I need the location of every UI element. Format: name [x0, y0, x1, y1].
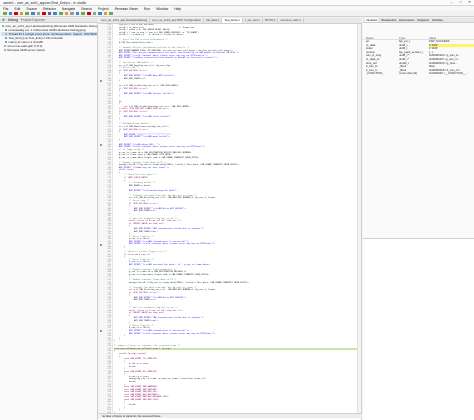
toolbar-icon[interactable] [70, 11, 74, 16]
toolbar-icon[interactable] [3, 11, 7, 16]
thread-icon [4, 44, 7, 48]
toolbar-icon[interactable] [81, 11, 85, 16]
menu-item[interactable]: Renesas Views [115, 7, 138, 11]
main-toolbar [0, 11, 474, 17]
toolbar-icon[interactable] [25, 11, 29, 16]
editor-tab[interactable]: com_ac_sx01_app HardwareDebug [99, 18, 151, 23]
ide-window: uwork1 - com_ac_sx01_app/src/Test_Entry.… [0, 0, 474, 420]
close-icon[interactable]: ✕ [467, 0, 472, 5]
debug-tree: com_ac_sx01_app HardwareDebug [Renesas G… [1, 24, 97, 52]
variables-view-tab[interactable]: Modules [432, 18, 443, 22]
thread-icon [2, 24, 5, 28]
breakpoint-icon[interactable] [99, 243, 102, 246]
column-value[interactable]: Value [429, 36, 474, 40]
editor-tab[interactable]: Test_Entry.c [222, 18, 244, 23]
variables-table: err fsp_err_t FSP_SUCCESS rx_data uint8_t 0 '… [363, 40, 474, 76]
toolbar-icon[interactable] [75, 11, 80, 16]
window-title: uwork1 - com_ac_sx01_app/src/Test_Entry.… [3, 0, 87, 5]
editor-tab[interactable]: hal_data.c [204, 18, 223, 23]
variables-view-tab[interactable]: Registers [417, 18, 429, 22]
breakpoint-icon[interactable] [99, 330, 102, 333]
code-area[interactable]: fsp_err_t err = FSP_SUCCESS; uint8_t rx_… [114, 24, 358, 414]
thread-icon [5, 28, 8, 32]
toolbar-icon[interactable] [58, 11, 63, 16]
variables-view-tabs: Variables Breakpoints Expressions Registers… [363, 18, 474, 23]
variable-type: const char [11] [399, 72, 418, 76]
thread-icon [5, 36, 8, 40]
bug-icon: ✱ [2, 18, 5, 22]
menu-item[interactable]: Project [98, 7, 109, 11]
tab-debug[interactable]: Debug [8, 18, 18, 22]
debug-tree-item[interactable]: Renesas GDB server (Host) [1, 48, 97, 52]
minimize-icon[interactable]: – [449, 0, 454, 5]
toolbar-icon[interactable] [30, 11, 35, 16]
debug-view: ✱ Debug Project Explorer com_ac_sx01_app… [0, 18, 98, 420]
toolbar-icon[interactable] [8, 11, 13, 16]
editor-tab[interactable]: r_sci_uart.c [243, 18, 263, 23]
detail-pane [363, 238, 474, 420]
menu-item[interactable]: Navigate [62, 7, 75, 11]
toolbar-icon[interactable] [92, 11, 97, 16]
toolbar-icon[interactable] [42, 11, 46, 16]
toolbar-icon[interactable] [47, 11, 52, 16]
overview-ruler[interactable] [357, 24, 361, 414]
toolbar-icon[interactable] [103, 11, 108, 16]
variables-view: Variables Breakpoints Expressions Registers… [363, 18, 474, 238]
toolbar-icon[interactable] [98, 11, 102, 16]
menu-item[interactable]: File [3, 7, 8, 11]
toolbar-icon[interactable] [19, 11, 24, 16]
thread-icon [5, 40, 8, 44]
toolbar-icon[interactable] [64, 11, 69, 16]
variable-value[interactable]: 0x2000000 <__FUNCTION__... [429, 72, 474, 76]
menu-item[interactable]: Refactor [43, 7, 56, 11]
variable-name: _FUNCTION_ [366, 72, 384, 76]
menu-item[interactable]: Edit [14, 7, 20, 11]
breakpoint-icon[interactable] [99, 144, 102, 147]
toolbar-icon[interactable] [36, 11, 41, 16]
menu-item[interactable]: Help [174, 7, 181, 11]
maximize-icon[interactable]: □ [458, 0, 463, 5]
editor-status-line: number of bytes to transmit, the receive… [99, 413, 362, 418]
menu-item[interactable]: Window [156, 7, 168, 11]
menu-item[interactable]: Search [81, 7, 92, 11]
toolbar-icon[interactable] [86, 11, 91, 16]
toolbar-icon[interactable] [53, 11, 57, 16]
window-controls: – □ ✕ [449, 0, 472, 5]
variables-view-tab[interactable]: Expressions [399, 18, 414, 22]
editor-tab[interactable]: common_utils.h [278, 18, 304, 23]
variables-view-tab[interactable]: Breakpoints [381, 18, 396, 22]
thread-icon [4, 48, 7, 52]
column-name[interactable]: Name [363, 36, 399, 40]
code-editor: com_ac_sx01_app HardwareDebug com_ac_sx01… [99, 18, 362, 420]
debug-view-tabs: ✱ Debug Project Explorer [0, 18, 98, 23]
menu-item[interactable]: Run [144, 7, 150, 11]
line-number-gutter[interactable]: 112 113 114 115 116 117 118 119 120 121 122 123 124 1… [99, 24, 113, 414]
menu-item[interactable]: Source [26, 7, 37, 11]
toolbar-icon[interactable] [109, 11, 113, 16]
variables-view-tab[interactable]: Variables [365, 18, 379, 22]
variable-row[interactable]: _FUNCTION_ const char [11] 0x2000000 <__FU… [363, 72, 474, 76]
thread-icon [5, 32, 8, 36]
toolbar-icon[interactable] [14, 11, 18, 16]
editor-tab[interactable]: RTOS.h [263, 18, 279, 23]
tab-project-explorer[interactable]: Project Explorer [21, 18, 45, 22]
debug-tree-label: Renesas GDB server (Host) [7, 48, 45, 52]
breakpoint-icon[interactable] [99, 80, 102, 83]
editor-tab[interactable]: com_ac_sx01_app PDF Configuration [150, 18, 204, 23]
column-type[interactable]: Type [399, 36, 429, 40]
